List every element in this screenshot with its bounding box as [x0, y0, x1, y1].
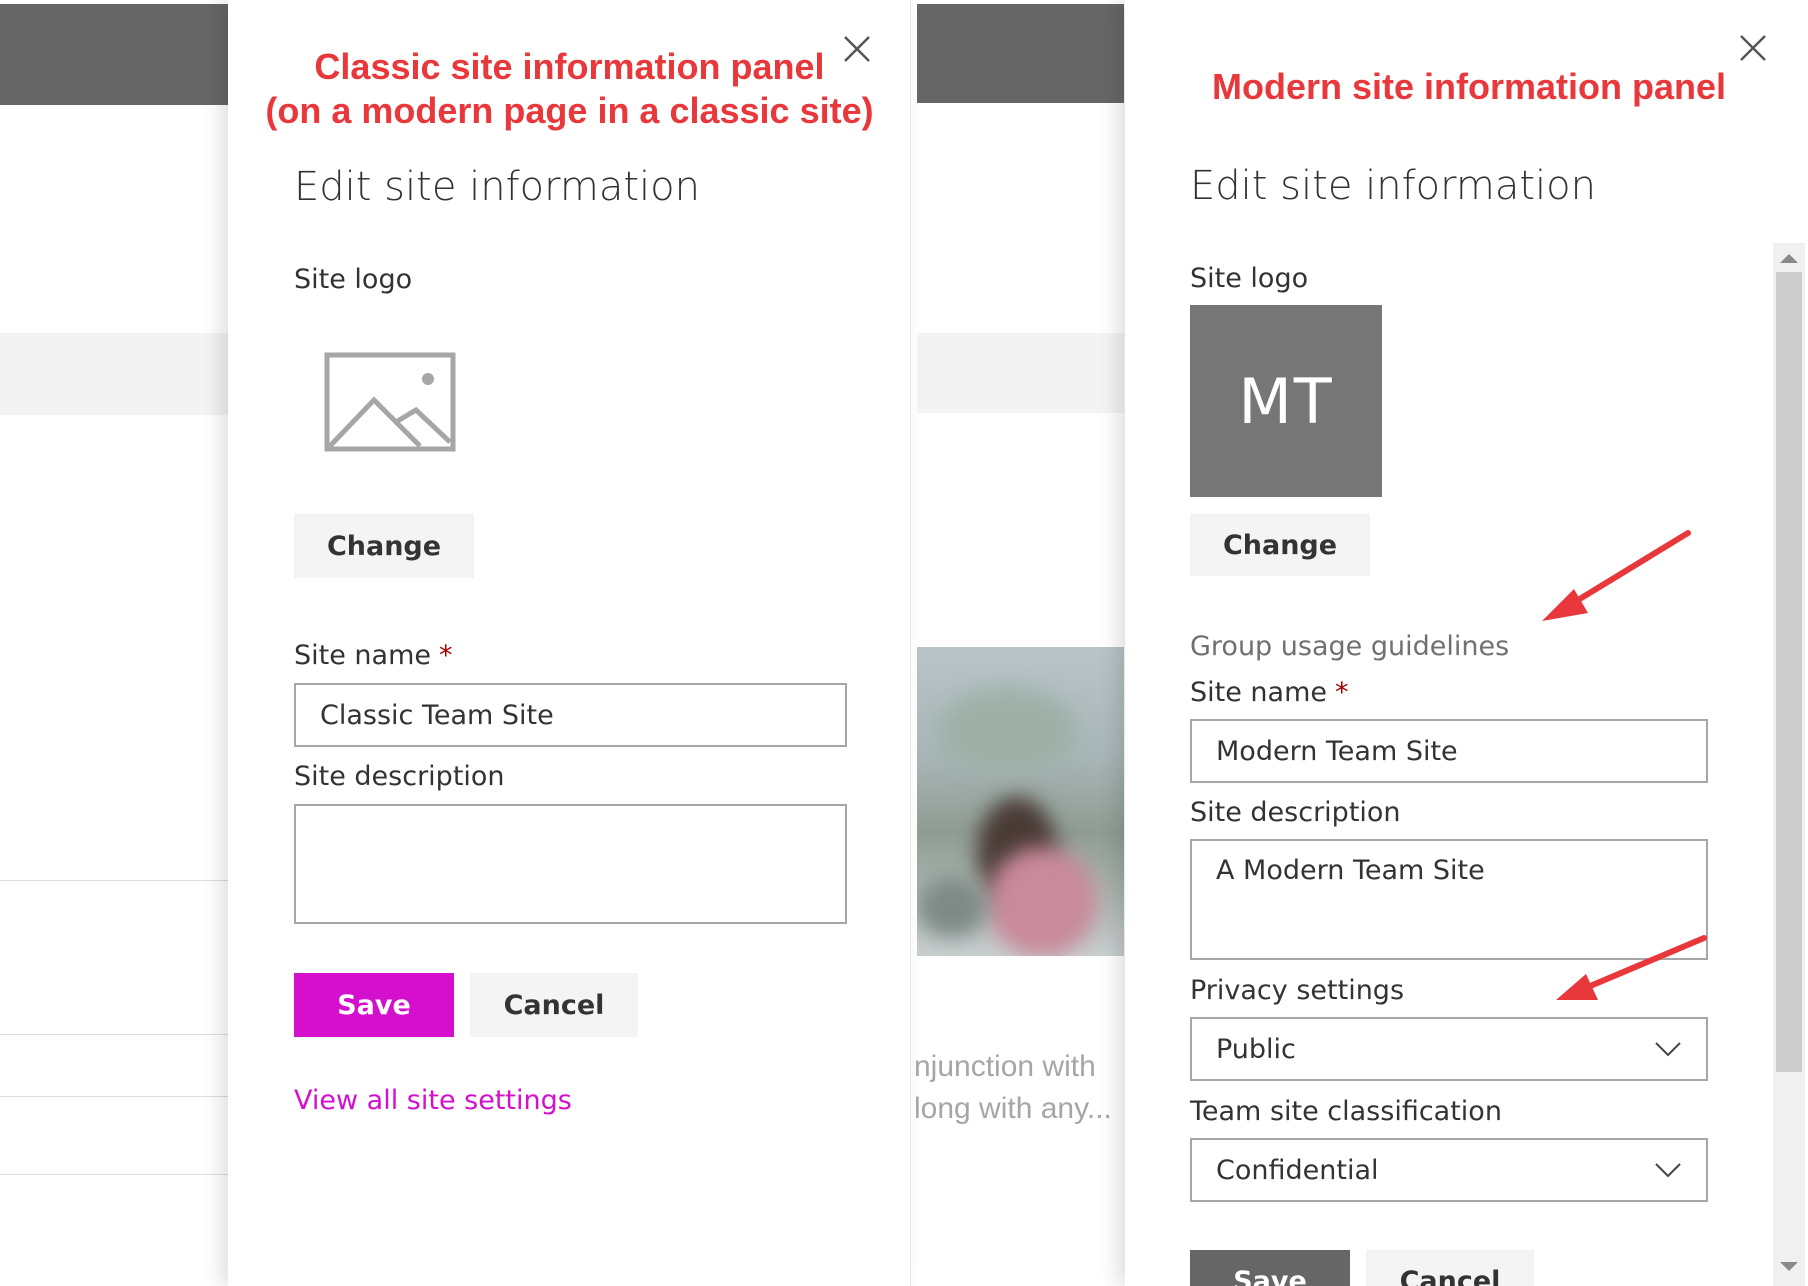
background-text-line: njunction with: [914, 1050, 1096, 1083]
background-divider: [0, 1034, 228, 1035]
required-asterisk: *: [439, 640, 453, 671]
classic-annotation-subtitle: (on a modern page in a classic site): [265, 90, 874, 131]
site-name-label-text: Site name: [1190, 677, 1327, 708]
classic-panel-heading: Edit site information: [294, 164, 700, 210]
privacy-settings-dropdown[interactable]: Public: [1190, 1017, 1708, 1081]
modern-change-logo-button[interactable]: Change: [1190, 514, 1370, 576]
modern-annotation-title: Modern site information panel: [1211, 66, 1727, 107]
background-band: [0, 333, 228, 415]
classic-site-name-label: Site name *: [294, 640, 453, 671]
background-divider: [0, 1096, 228, 1097]
classic-change-logo-button[interactable]: Change: [294, 514, 474, 578]
scrollbar-thumb[interactable]: [1776, 272, 1802, 1072]
team-site-classification-label: Team site classification: [1190, 1096, 1502, 1127]
modern-site-description-label: Site description: [1190, 797, 1401, 828]
annotation-arrow-icon: [1542, 530, 1691, 621]
annotation-arrow-icon: [1556, 935, 1707, 1000]
modern-site-description-value: A Modern Team Site: [1216, 855, 1485, 886]
group-usage-guidelines: Group usage guidelines: [1190, 631, 1510, 662]
site-logo-tile: MT: [1190, 305, 1382, 497]
background-top-bar: [0, 4, 228, 105]
privacy-settings-label: Privacy settings: [1190, 975, 1405, 1006]
chevron-down-icon: [1655, 1163, 1681, 1178]
team-site-classification-dropdown[interactable]: Confidential: [1190, 1138, 1708, 1202]
classic-annotation-title: Classic site information panel: [314, 46, 825, 87]
classic-site-name-value: Classic Team Site: [320, 699, 554, 731]
background-divider: [0, 1174, 228, 1175]
modern-site-name-value: Modern Team Site: [1216, 735, 1458, 767]
background-band: [917, 333, 1124, 413]
scroll-down-arrow-icon[interactable]: [1780, 1262, 1798, 1271]
background-photo: [917, 647, 1124, 956]
background-text-line: long with any...: [914, 1092, 1112, 1125]
team-site-classification-value: Confidential: [1216, 1154, 1379, 1186]
background-top-bar: [917, 4, 1124, 103]
classic-site-name-input[interactable]: Classic Team Site: [294, 683, 847, 747]
modern-site-name-label: Site name *: [1190, 677, 1349, 708]
view-all-site-settings-link[interactable]: View all site settings: [294, 1085, 572, 1116]
classic-site-logo-label: Site logo: [294, 264, 413, 295]
modern-panel-heading: Edit site information: [1190, 163, 1596, 209]
background-divider: [0, 880, 228, 881]
close-icon[interactable]: [1738, 33, 1768, 63]
classic-site-description-label: Site description: [294, 761, 505, 792]
image-placeholder-icon: [324, 352, 456, 452]
chevron-down-icon: [1655, 1042, 1681, 1057]
classic-site-description-input[interactable]: [294, 804, 847, 924]
privacy-settings-value: Public: [1216, 1033, 1296, 1065]
modern-cancel-button[interactable]: Cancel: [1366, 1250, 1534, 1286]
classic-save-button[interactable]: Save: [294, 973, 454, 1037]
scroll-up-arrow-icon[interactable]: [1780, 254, 1798, 263]
classic-cancel-button[interactable]: Cancel: [470, 973, 638, 1037]
modern-site-name-input[interactable]: Modern Team Site: [1190, 719, 1708, 783]
modern-save-button[interactable]: Save: [1190, 1250, 1350, 1286]
close-icon[interactable]: [842, 34, 872, 64]
required-asterisk: *: [1335, 677, 1349, 708]
site-name-label-text: Site name: [294, 640, 431, 671]
modern-site-logo-label: Site logo: [1190, 263, 1309, 294]
